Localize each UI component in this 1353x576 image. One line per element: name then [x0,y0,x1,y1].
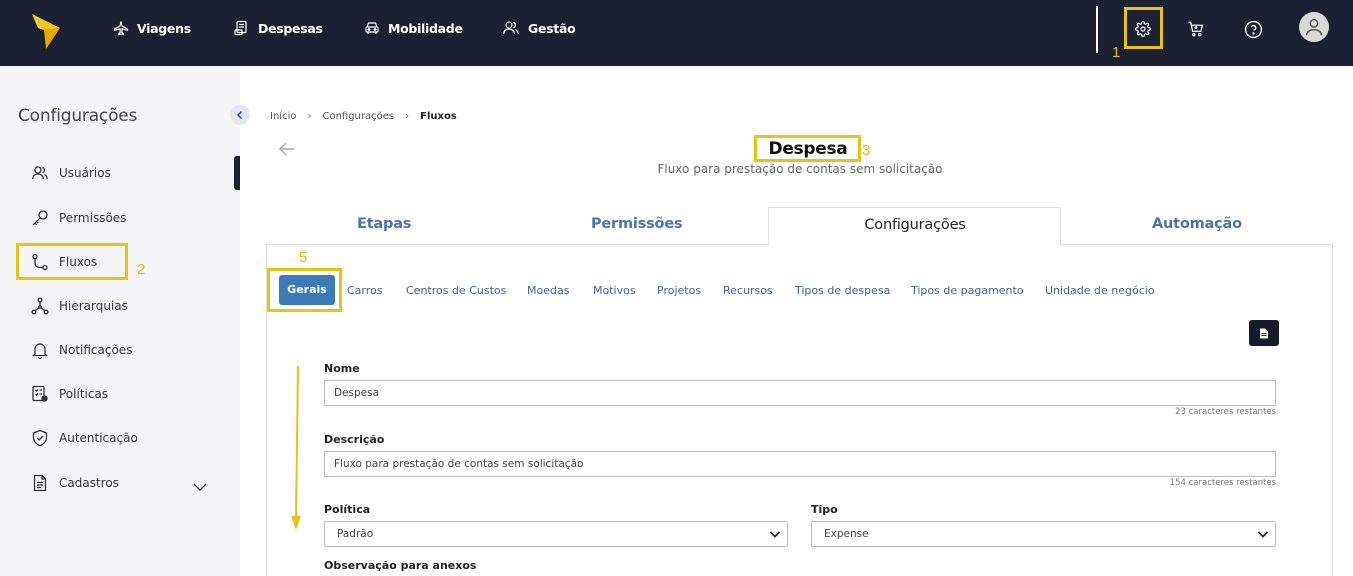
sidebar-item-label: Autenticação [59,431,138,445]
sidebar-title: Configurações [18,106,138,126]
nome-label: Nome [324,362,360,375]
sidebar-collapse-button[interactable] [230,105,250,125]
settings-button[interactable] [1131,17,1155,41]
page-subtitle: Fluxo para prestação de contas sem solic… [657,162,943,176]
tab-permissoes[interactable]: Permissões [591,216,683,232]
annotation-number-2: 2 [137,261,146,278]
tipo-select-value: Expense [824,528,869,540]
chevron-down-icon [1257,531,1269,538]
breadcrumb-separator: › [307,111,312,122]
subtab-tipos-de-despesa[interactable]: Tipos de despesa [795,284,890,297]
descricao-label: Descrição [324,433,385,446]
chevron-down-icon[interactable] [192,477,208,496]
cart-button[interactable] [1184,17,1208,41]
sidebar-item-label: Cadastros [59,476,119,490]
airplane-icon [113,21,129,36]
export-document-button[interactable] [1249,320,1279,346]
key-icon [30,208,50,228]
subtab-unidade-de-negocio[interactable]: Unidade de negócio [1045,284,1155,297]
breadcrumb: Início › Configurações › Fluxos [270,111,457,122]
breadcrumb-separator: › [405,111,410,122]
chevron-down-icon [769,531,781,538]
hierarchy-icon [30,296,50,316]
subtab-moedas[interactable]: Moedas [527,284,569,297]
subtab-tipos-de-pagamento[interactable]: Tipos de pagamento [911,284,1024,297]
logo-icon[interactable] [30,12,62,50]
flow-icon [30,252,50,272]
nav-despesas[interactable]: Despesas [234,18,323,38]
sidebar-item-cadastros[interactable]: Cadastros [30,473,119,493]
annotation-number-5: 5 [299,249,308,266]
user-avatar[interactable] [1299,12,1329,42]
annotation-arrow-down-icon [286,365,304,536]
receipt-icon [234,20,247,36]
users-icon [502,21,519,35]
subtab-carros[interactable]: Carros [347,284,383,297]
sidebar: Configurações Usuários Permissões Fluxos [0,66,240,576]
tipo-select[interactable]: Expense [811,521,1276,547]
subtab-motivos[interactable]: Motivos [593,284,636,297]
users-icon [30,163,50,183]
tab-configuracoes-label[interactable]: Configurações [841,207,989,244]
document-icon [30,473,50,493]
politica-select[interactable]: Padrão [324,521,788,547]
sidebar-item-label: Notificações [59,343,133,357]
nav-gestao-label: Gestão [528,20,576,36]
help-button[interactable] [1241,17,1265,41]
nav-viagens-label: Viagens [137,20,191,36]
nav-mobilidade[interactable]: Mobilidade [364,18,463,38]
sidebar-item-autenticacao[interactable]: Autenticação [30,428,138,448]
sidebar-item-label: Políticas [59,387,109,401]
document-icon [1260,328,1268,338]
subtab-recursos[interactable]: Recursos [723,284,773,297]
nav-gestao[interactable]: Gestão [502,18,576,38]
nome-char-count: 23 caracteres restantes [1175,407,1276,417]
subtab-projetos[interactable]: Projetos [657,284,701,297]
sidebar-active-marker [234,156,240,190]
bell-icon [30,340,50,360]
tab-automacao[interactable]: Automação [1152,216,1242,232]
sidebar-item-fluxos[interactable]: Fluxos [30,252,97,272]
sidebar-item-notificacoes[interactable]: Notificações [30,340,132,360]
top-navbar: Viagens Despesas Mobilidade Gestão [0,0,1353,66]
car-icon [365,22,379,34]
breadcrumb-inicio[interactable]: Início [270,111,296,122]
tab-etapas[interactable]: Etapas [357,216,411,232]
nav-viagens[interactable]: Viagens [113,18,191,38]
nav-mobilidade-label: Mobilidade [388,20,463,36]
cart-icon [1188,21,1204,37]
annotation-number-1: 1 [1112,44,1121,61]
nome-input[interactable]: Despesa [324,380,1276,406]
descricao-char-count: 154 caracteres restantes [1169,478,1276,488]
back-arrow-icon[interactable] [278,141,296,161]
sidebar-item-hierarquias[interactable]: Hierarquias [30,296,128,316]
help-icon [1244,20,1262,38]
subtab-centros-de-custos[interactable]: Centros de Custos [406,284,506,297]
breadcrumb-configuracoes[interactable]: Configurações [322,111,394,122]
politica-label: Política [324,503,371,516]
gear-icon [1135,21,1151,37]
politica-select-value: Padrão [337,528,374,540]
nav-despesas-label: Despesas [258,20,323,36]
observacao-label: Observação para anexos [324,559,477,572]
policy-icon [30,384,50,404]
sidebar-item-label: Hierarquias [59,299,128,313]
sidebar-item-usuarios[interactable]: Usuários [30,163,111,183]
sidebar-item-label: Usuários [59,166,111,180]
annotation-number-3: 3 [862,142,871,159]
sidebar-item-permissoes[interactable]: Permissões [30,208,126,228]
nav-divider [1096,6,1098,53]
subtab-gerais[interactable]: Gerais [279,275,335,305]
sidebar-item-politicas[interactable]: Políticas [30,384,108,404]
sidebar-item-label: Fluxos [59,255,98,269]
descricao-input[interactable]: Fluxo para prestação de contas sem solic… [324,451,1276,477]
user-avatar-icon [1305,18,1323,36]
tipo-label: Tipo [811,503,838,516]
chevron-left-icon [236,110,243,120]
shield-check-icon [30,428,50,448]
sidebar-item-label: Permissões [59,211,127,225]
breadcrumb-fluxos: Fluxos [420,111,457,122]
page-title: Despesa [768,139,848,159]
